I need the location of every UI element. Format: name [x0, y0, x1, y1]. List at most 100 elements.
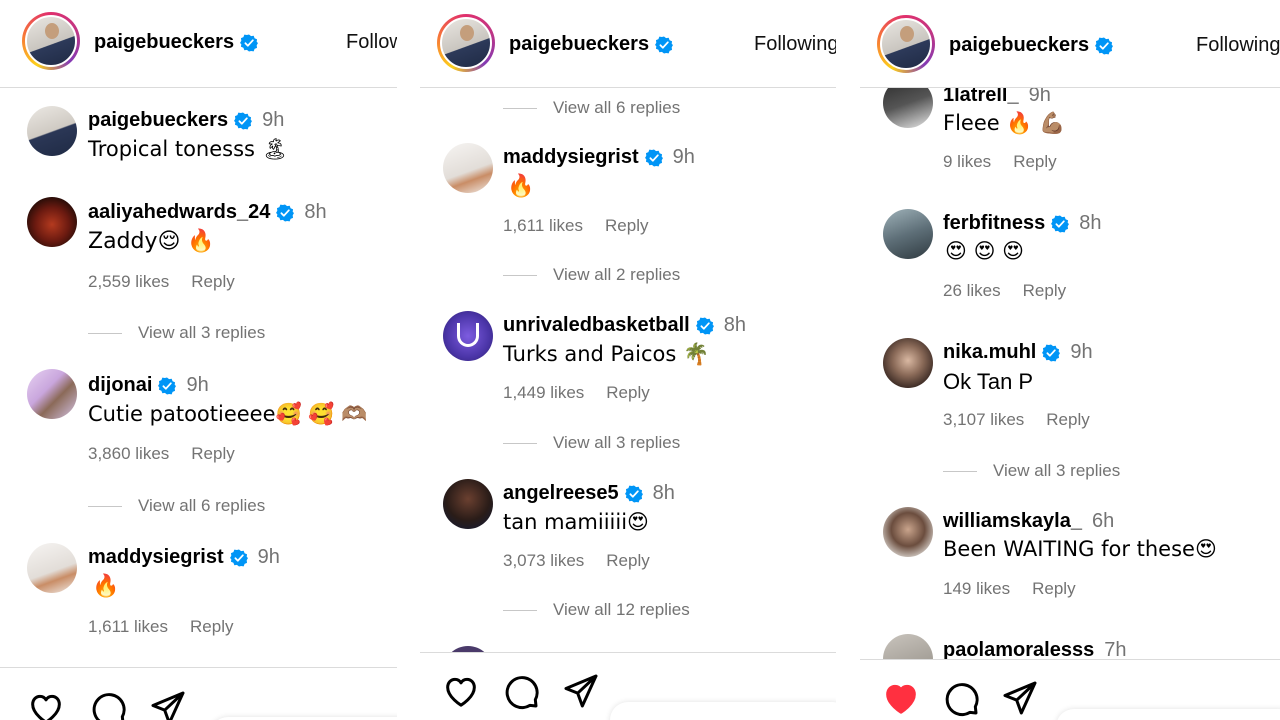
comment-input-pill[interactable] — [1056, 709, 1280, 720]
avatar[interactable] — [443, 143, 493, 193]
view-replies-label[interactable]: View all 12 replies — [553, 600, 690, 620]
share-send-icon[interactable] — [1000, 678, 1040, 718]
comment-meta: 3,860 likes Reply — [88, 444, 235, 464]
reply-button[interactable]: Reply — [1013, 152, 1056, 171]
view-replies-label[interactable]: View all 3 replies — [993, 461, 1120, 481]
avatar[interactable] — [27, 106, 77, 156]
replies-divider — [503, 107, 537, 109]
avatar[interactable] — [883, 209, 933, 259]
post-actions-bar — [860, 659, 1280, 720]
comment-author[interactable]: dijonai 9h — [88, 374, 209, 397]
comment-icon[interactable] — [88, 688, 128, 720]
view-replies-label[interactable]: View all 2 replies — [553, 265, 680, 285]
like-count[interactable]: 3,073 likes — [503, 551, 584, 570]
view-replies-link[interactable]: View all 3 replies — [88, 323, 265, 343]
post-author[interactable]: paigebueckers — [94, 31, 258, 54]
reply-button[interactable]: Reply — [606, 383, 649, 402]
view-replies-link[interactable]: View all 2 replies — [503, 265, 680, 285]
view-replies-link[interactable]: View all 3 replies — [943, 461, 1120, 481]
share-send-icon[interactable] — [148, 688, 188, 720]
replies-divider — [503, 274, 537, 276]
avatar[interactable] — [27, 197, 77, 247]
verified-icon — [158, 377, 176, 395]
post-author-username[interactable]: paigebueckers — [94, 31, 234, 54]
comment-username[interactable]: aaliyahedwards_24 — [88, 201, 270, 224]
post-author-username[interactable]: paigebueckers — [509, 33, 649, 56]
comment-input-pill[interactable] — [610, 702, 836, 720]
post-header: paigebueckers Following — [860, 0, 1280, 88]
comment-author[interactable]: williamskayla_ 6h — [943, 510, 1114, 533]
view-replies-label[interactable]: View all 6 replies — [553, 98, 680, 118]
like-heart-icon[interactable] — [26, 688, 66, 720]
view-replies-link[interactable]: View all 12 replies — [503, 600, 690, 620]
reply-button[interactable]: Reply — [1046, 410, 1089, 429]
like-count[interactable]: 3,860 likes — [88, 444, 169, 463]
follow-button[interactable]: Follow — [346, 31, 397, 54]
avatar[interactable] — [27, 369, 77, 419]
view-replies-label[interactable]: View all 6 replies — [138, 496, 265, 516]
view-replies-link[interactable]: View all 6 replies — [88, 496, 265, 516]
comment-author[interactable]: paigebueckers 9h — [88, 109, 284, 132]
view-replies-link[interactable]: View all 6 replies — [503, 98, 680, 118]
comment-username[interactable]: angelreese5 — [503, 482, 619, 505]
comment-author[interactable]: maddysiegrist 9h — [88, 546, 280, 569]
reply-button[interactable]: Reply — [1032, 579, 1075, 598]
reply-button[interactable]: Reply — [606, 551, 649, 570]
comment-author[interactable]: nika.muhl 9h — [943, 341, 1093, 364]
view-replies-label[interactable]: View all 3 replies — [138, 323, 265, 343]
comment-author[interactable]: ferbfitness 8h — [943, 212, 1102, 235]
reply-button[interactable]: Reply — [191, 272, 234, 291]
following-button[interactable]: Following — [1196, 34, 1280, 57]
reply-button[interactable]: Reply — [191, 444, 234, 463]
comment-author[interactable]: maddysiegrist 9h — [503, 146, 695, 169]
comment-username[interactable]: williamskayla_ — [943, 510, 1082, 533]
post-author[interactable]: paigebueckers — [509, 33, 673, 56]
reply-button[interactable]: Reply — [605, 216, 648, 235]
comment-meta: 1,449 likes Reply — [503, 383, 650, 403]
avatar[interactable] — [27, 543, 77, 593]
comment-text: Ok Tan P — [943, 369, 1034, 394]
avatar[interactable] — [883, 507, 933, 557]
comment-username[interactable]: paigebueckers — [88, 109, 228, 132]
like-count[interactable]: 9 likes — [943, 152, 991, 171]
comment-username[interactable]: nika.muhl — [943, 341, 1036, 364]
verified-icon — [1051, 215, 1069, 233]
comment-username[interactable]: maddysiegrist — [88, 546, 224, 569]
profile-avatar[interactable] — [22, 12, 80, 70]
like-count[interactable]: 2,559 likes — [88, 272, 169, 291]
post-author-username[interactable]: paigebueckers — [949, 34, 1089, 57]
avatar[interactable] — [443, 479, 493, 529]
comment-username[interactable]: maddysiegrist — [503, 146, 639, 169]
verified-icon — [655, 36, 673, 54]
view-replies-link[interactable]: View all 3 replies — [503, 433, 680, 453]
replies-divider — [88, 505, 122, 507]
share-send-icon[interactable] — [561, 671, 601, 711]
like-count[interactable]: 3,107 likes — [943, 410, 1024, 429]
reply-button[interactable]: Reply — [1023, 281, 1066, 300]
like-count[interactable]: 1,611 likes — [88, 617, 168, 636]
liked-heart-icon[interactable] — [881, 678, 921, 718]
comment-icon[interactable] — [941, 678, 981, 718]
comment-username[interactable]: unrivaledbasketball — [503, 314, 690, 337]
comment-time: 8h — [304, 201, 327, 223]
comment-username[interactable]: ferbfitness — [943, 212, 1045, 235]
comment-meta: 1,611 likes Reply — [88, 617, 233, 637]
like-count[interactable]: 149 likes — [943, 579, 1010, 598]
view-replies-label[interactable]: View all 3 replies — [553, 433, 680, 453]
comment-icon[interactable] — [501, 671, 541, 711]
like-count[interactable]: 1,611 likes — [503, 216, 583, 235]
avatar[interactable] — [883, 338, 933, 388]
reply-button[interactable]: Reply — [190, 617, 233, 636]
like-count[interactable]: 26 likes — [943, 281, 1001, 300]
comment-author[interactable]: unrivaledbasketball 8h — [503, 314, 746, 337]
comment-username[interactable]: dijonai — [88, 374, 152, 397]
like-count[interactable]: 1,449 likes — [503, 383, 584, 402]
following-button[interactable]: Following — [754, 33, 836, 56]
like-heart-icon[interactable] — [441, 671, 481, 711]
profile-avatar[interactable] — [877, 15, 935, 73]
comment-author[interactable]: aaliyahedwards_24 8h — [88, 201, 327, 224]
profile-avatar[interactable] — [437, 14, 495, 72]
comment-author[interactable]: angelreese5 8h — [503, 482, 675, 505]
avatar[interactable] — [443, 311, 493, 361]
post-author[interactable]: paigebueckers — [949, 34, 1113, 57]
